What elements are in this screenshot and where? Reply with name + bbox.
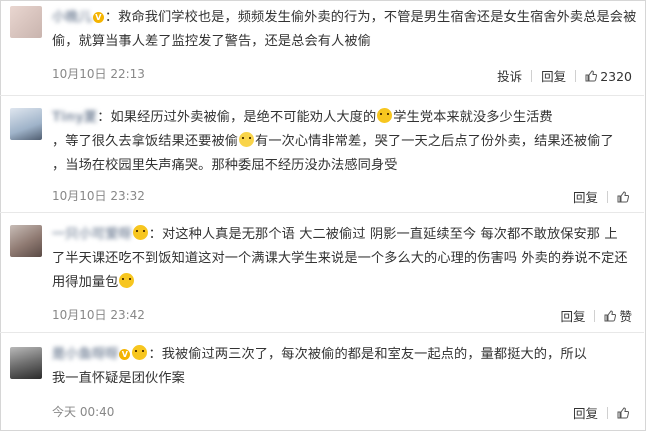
emoji-icon [239, 132, 255, 147]
username[interactable]: 一只小可爱呀 [52, 227, 132, 242]
action-divider [607, 191, 608, 203]
action-divider [575, 70, 577, 82]
like-button[interactable] [617, 190, 632, 205]
emoji-icon [132, 225, 148, 240]
username[interactable]: Tiny夏 [52, 110, 97, 125]
timestamp: 10月10日 22:13 [52, 67, 145, 81]
reply-button[interactable]: 回复 [560, 306, 585, 325]
comment-actions: 投诉 回复 2320 [497, 66, 632, 85]
action-divider [594, 310, 596, 322]
like-button[interactable]: 2320 [585, 69, 632, 84]
like-button[interactable] [617, 406, 632, 421]
username[interactable]: 小晚儿 [52, 10, 92, 25]
comment-actions: 回复 [573, 187, 632, 206]
comment-text: Tiny夏：如果经历过外卖被偷，是绝不可能劝人大度的 学生党本来就没多少生活费 ，… [52, 108, 614, 173]
comment-actions: 回复 赞 [560, 306, 632, 325]
comment-actions: 回复 [573, 403, 632, 422]
timestamp: 10月10日 23:32 [52, 189, 145, 203]
reply-button[interactable]: 回复 [541, 66, 566, 85]
comment-text: 是小鱼呀呀 V ：我被偷过两三次了，每次被偷的都是和室友一起点的，量都挺大的，所以 … [52, 345, 587, 386]
verified-badge-icon: V [92, 12, 104, 23]
avatar[interactable] [10, 6, 42, 38]
report-button[interactable]: 投诉 [497, 66, 522, 85]
action-divider [607, 407, 608, 419]
username[interactable]: 是小鱼呀呀 [52, 347, 118, 362]
reply-button[interactable]: 回复 [573, 187, 598, 206]
emoji-icon [132, 345, 148, 360]
like-count: 2320 [600, 69, 632, 84]
timestamp: 10月10日 23:42 [52, 308, 145, 322]
emoji-icon [377, 108, 393, 123]
avatar[interactable] [10, 225, 42, 257]
like-label: 赞 [619, 309, 632, 324]
reply-button[interactable]: 回复 [573, 403, 598, 422]
comment-3: 一只小可爱呀 ：对这种人真是无那个语 大二被偷过 阴影一直延续至今 每次都不敢放保… [0, 213, 644, 332]
thumbs-up-icon [604, 310, 617, 322]
thumbs-up-icon [585, 70, 598, 82]
like-button[interactable]: 赞 [604, 306, 632, 325]
avatar[interactable] [10, 108, 42, 140]
thumbs-up-icon [617, 407, 629, 419]
thumbs-up-icon [617, 191, 629, 203]
verified-badge-icon: V [119, 349, 131, 360]
comment-text: 小晚儿 V ：救命我们学校也是，频频发生偷外卖的行为，不管是男生宿舍还是女生宿舍外卖… [52, 10, 637, 49]
emoji-icon [119, 273, 135, 288]
comment-4: 是小鱼呀呀 V ：我被偷过两三次了，每次被偷的都是和室友一起点的，量都挺大的，所以 … [0, 333, 644, 429]
comment-1: 小晚儿 V ：救命我们学校也是，频频发生偷外卖的行为，不管是男生宿舍还是女生宿舍外卖… [0, 0, 644, 95]
action-divider [531, 70, 533, 82]
timestamp: 今天 00:40 [52, 405, 115, 419]
comment-2: Tiny夏：如果经历过外卖被偷，是绝不可能劝人大度的 学生党本来就没多少生活费 ，… [0, 96, 644, 212]
avatar[interactable] [10, 347, 42, 379]
comment-text: 一只小可爱呀 ：对这种人真是无那个语 大二被偷过 阴影一直延续至今 每次都不敢放保… [52, 225, 628, 290]
